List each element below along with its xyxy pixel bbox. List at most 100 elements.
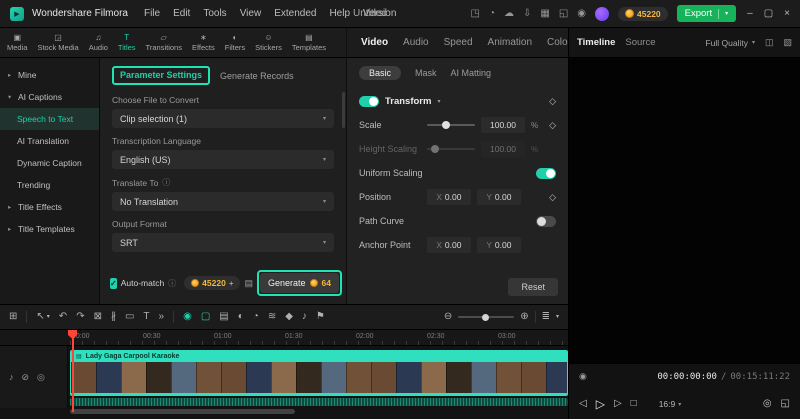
media-tab-filters[interactable]: ◐ Filters [220,28,250,57]
mask-icon[interactable]: ◐ [238,312,244,322]
tab-mask[interactable]: Mask [415,68,437,78]
media-browser-icon[interactable]: ⊞ [9,312,17,322]
chevron-down-icon[interactable]: ▾ [556,314,559,320]
sidebar-item-speech-to-text[interactable]: Speech to Text [0,108,99,130]
scale-value[interactable]: 100.00 [481,117,525,133]
media-tab-titles[interactable]: T Titles [113,28,141,57]
undo-icon[interactable]: ↶ [59,312,67,322]
history-icon[interactable]: ▤ [244,278,253,289]
media-tab-audio[interactable]: ♫ Audio [84,28,113,57]
export-button[interactable]: Export ▾ [676,5,737,22]
panel-scrollbar[interactable] [342,92,345,128]
media-tab-media[interactable]: ▣ Media [2,28,32,57]
tab-basic[interactable]: Basic [359,66,402,80]
track-hide-icon[interactable]: ◎ [37,372,45,382]
position-keyframe-icon[interactable]: ◇ [549,192,556,203]
menu-edit[interactable]: Edit [173,8,190,19]
file-to-convert-select[interactable]: Clip selection (1) ▾ [112,109,334,128]
transcription-language-select[interactable]: English (US) ▾ [112,150,334,169]
sidebar-item-trending[interactable]: Trending [0,174,99,196]
zoom-slider-knob[interactable] [482,313,490,321]
sidebar-item-ai-translation[interactable]: AI Translation [0,130,99,152]
sidebar-item-mine[interactable]: ▸ Mine [0,64,99,86]
voiceover-icon[interactable]: ♪ [302,312,307,322]
position-y-input[interactable]: Y 0.00 [477,189,521,205]
generate-button[interactable]: Generate 64 [260,273,339,293]
playhead[interactable] [68,330,78,412]
keyframe-icon[interactable]: ◆ [285,312,293,322]
quality-dropdown[interactable]: Full Quality ▾ [705,38,755,48]
timeline-ruler[interactable]: 00:00 00:30 01:00 01:30 02:00 02:30 03:0… [0,330,568,346]
cloud-icon[interactable]: ☁ [504,8,514,19]
audio-clip[interactable] [70,398,568,406]
close-button[interactable]: × [784,8,790,19]
uniform-scaling-toggle[interactable] [536,167,556,179]
menu-extended[interactable]: Extended [274,8,316,19]
download-icon[interactable]: ⇩ [523,8,531,19]
gift-icon[interactable]: ◳ [470,8,479,19]
maximize-button[interactable]: ▢ [764,8,773,19]
split-icon[interactable]: ∦ [111,312,116,322]
stop-button[interactable]: □ [631,399,637,409]
record-icon[interactable]: ◉ [183,312,192,322]
crop-icon[interactable]: ▭ [125,312,134,322]
green-screen-icon[interactable]: ▤ [219,312,228,322]
sidebar-item-title-effects[interactable]: ▸ Title Effects [0,196,99,218]
tab-parameter-settings[interactable]: Parameter Settings [120,70,202,80]
output-format-select[interactable]: SRT ▾ [112,233,334,252]
media-tab-stickers[interactable]: ☺ Stickers [250,28,287,57]
mic-icon[interactable]: ◉ [577,8,586,19]
tab-generate-records[interactable]: Generate Records [220,71,294,81]
media-tab-stock-media[interactable]: ◲ Stock Media [32,28,83,57]
auto-reframe-icon[interactable]: ▢ [201,312,210,322]
marker-icon[interactable]: ⚑ [316,312,325,322]
more-tools-icon[interactable]: » [159,312,165,322]
chevron-down-icon[interactable]: ▾ [437,98,440,105]
record-preview-icon[interactable]: ◉ [579,372,587,381]
sidebar-item-title-templates[interactable]: ▸ Title Templates [0,218,99,240]
audio-mixer-icon[interactable]: ≋ [268,312,276,322]
speed-ramp-icon[interactable]: ◔ [253,312,259,322]
transform-keyframe-icon[interactable]: ◇ [549,96,556,107]
path-curve-toggle[interactable] [536,215,556,227]
media-tab-effects[interactable]: ∗ Effects [187,28,220,57]
menu-version[interactable]: Version [363,8,396,19]
track-manager-icon[interactable]: ≣ [542,312,550,322]
position-x-input[interactable]: X 0.00 [427,189,471,205]
snapshot-icon[interactable]: ◎ [763,399,772,409]
transform-toggle[interactable] [359,95,379,107]
sidebar-item-ai-captions[interactable]: ▾ AI Captions [0,86,99,108]
zoom-in-icon[interactable]: ⊕ [520,312,528,322]
translate-to-select[interactable]: No Translation ▾ [112,192,334,211]
credit-balance-pill[interactable]: 45220 + [184,276,241,290]
layout-icon[interactable]: ▦ [540,8,549,19]
screen-record-icon[interactable]: ◱ [559,8,568,19]
menu-tools[interactable]: Tools [203,8,226,19]
menu-file[interactable]: File [144,8,160,19]
anchor-x-input[interactable]: X 0.00 [427,237,471,253]
menu-view[interactable]: View [240,8,262,19]
minimize-button[interactable]: – [747,8,753,19]
media-tab-templates[interactable]: ▤ Templates [287,28,331,57]
tab-video[interactable]: Video [361,37,388,48]
step-back-button[interactable]: ◁ [579,399,587,409]
tab-source[interactable]: Source [625,37,655,48]
tab-speed[interactable]: Speed [444,37,473,48]
play-button[interactable]: ▷ [596,398,605,410]
playhead-handle[interactable] [68,330,77,339]
tab-timeline[interactable]: Timeline [577,37,615,48]
tab-audio[interactable]: Audio [403,37,429,48]
media-tab-transitions[interactable]: ▱ Transitions [141,28,187,57]
delete-icon[interactable]: ⊠ [94,312,102,322]
menu-help[interactable]: Help [329,8,350,19]
credit-balance-pill[interactable]: 45220 [618,6,668,21]
timeline-scrollbar-thumb[interactable] [70,409,295,414]
anchor-y-input[interactable]: Y 0.00 [477,237,521,253]
reset-button[interactable]: Reset [508,278,558,296]
scale-slider-knob[interactable] [442,121,450,129]
aspect-ratio-dropdown[interactable]: 16:9 ▾ [659,399,682,409]
pointer-tool[interactable]: ↖ ▾ [36,312,49,322]
zoom-out-icon[interactable]: ⊖ [444,312,452,322]
timeline-zoom-slider[interactable] [458,313,515,321]
track-lock-icon[interactable]: ⊘ [22,372,30,382]
